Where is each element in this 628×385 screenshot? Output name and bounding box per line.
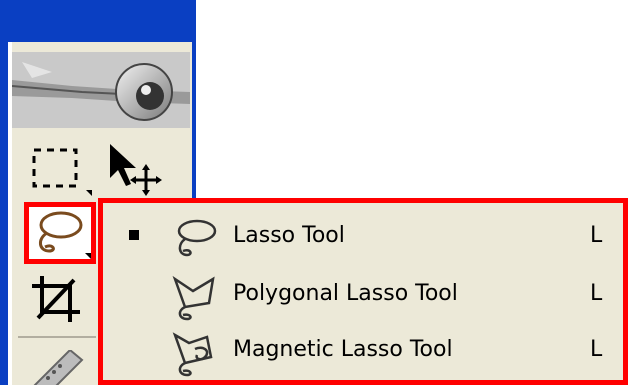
lasso-tools-flyout-menu: Lasso Tool L Polygonal Lasso Tool L Magn… [98, 198, 628, 385]
menu-item-shortcut: L [590, 337, 603, 362]
menu-item-magnetic-lasso-tool[interactable]: Magnetic Lasso Tool L [103, 325, 623, 383]
rectangular-marquee-tool-button[interactable] [24, 140, 94, 200]
crop-tool-button[interactable] [24, 268, 94, 330]
menu-item-shortcut: L [590, 223, 603, 248]
window-frame-right [192, 0, 196, 200]
toolbox-separator [18, 336, 96, 338]
menu-item-polygonal-lasso-tool[interactable]: Polygonal Lasso Tool L [103, 269, 623, 327]
move-tool-button[interactable] [100, 140, 170, 200]
lasso-tool-button[interactable] [24, 202, 96, 264]
menu-item-lasso-tool[interactable]: Lasso Tool L [103, 211, 623, 269]
magnetic-lasso-icon [163, 329, 223, 379]
menu-item-shortcut: L [590, 281, 603, 306]
window-frame-left [0, 0, 8, 385]
lasso-icon [163, 215, 223, 265]
menu-item-label: Lasso Tool [233, 223, 345, 248]
healing-brush-tool-button[interactable] [20, 348, 90, 385]
photoshop-logo-icon [11, 52, 190, 128]
menu-item-label: Polygonal Lasso Tool [233, 281, 458, 306]
selected-bullet-icon [129, 230, 139, 240]
window-titlebar [0, 0, 196, 42]
menu-item-label: Magnetic Lasso Tool [233, 337, 453, 362]
polygonal-lasso-icon [163, 273, 223, 323]
